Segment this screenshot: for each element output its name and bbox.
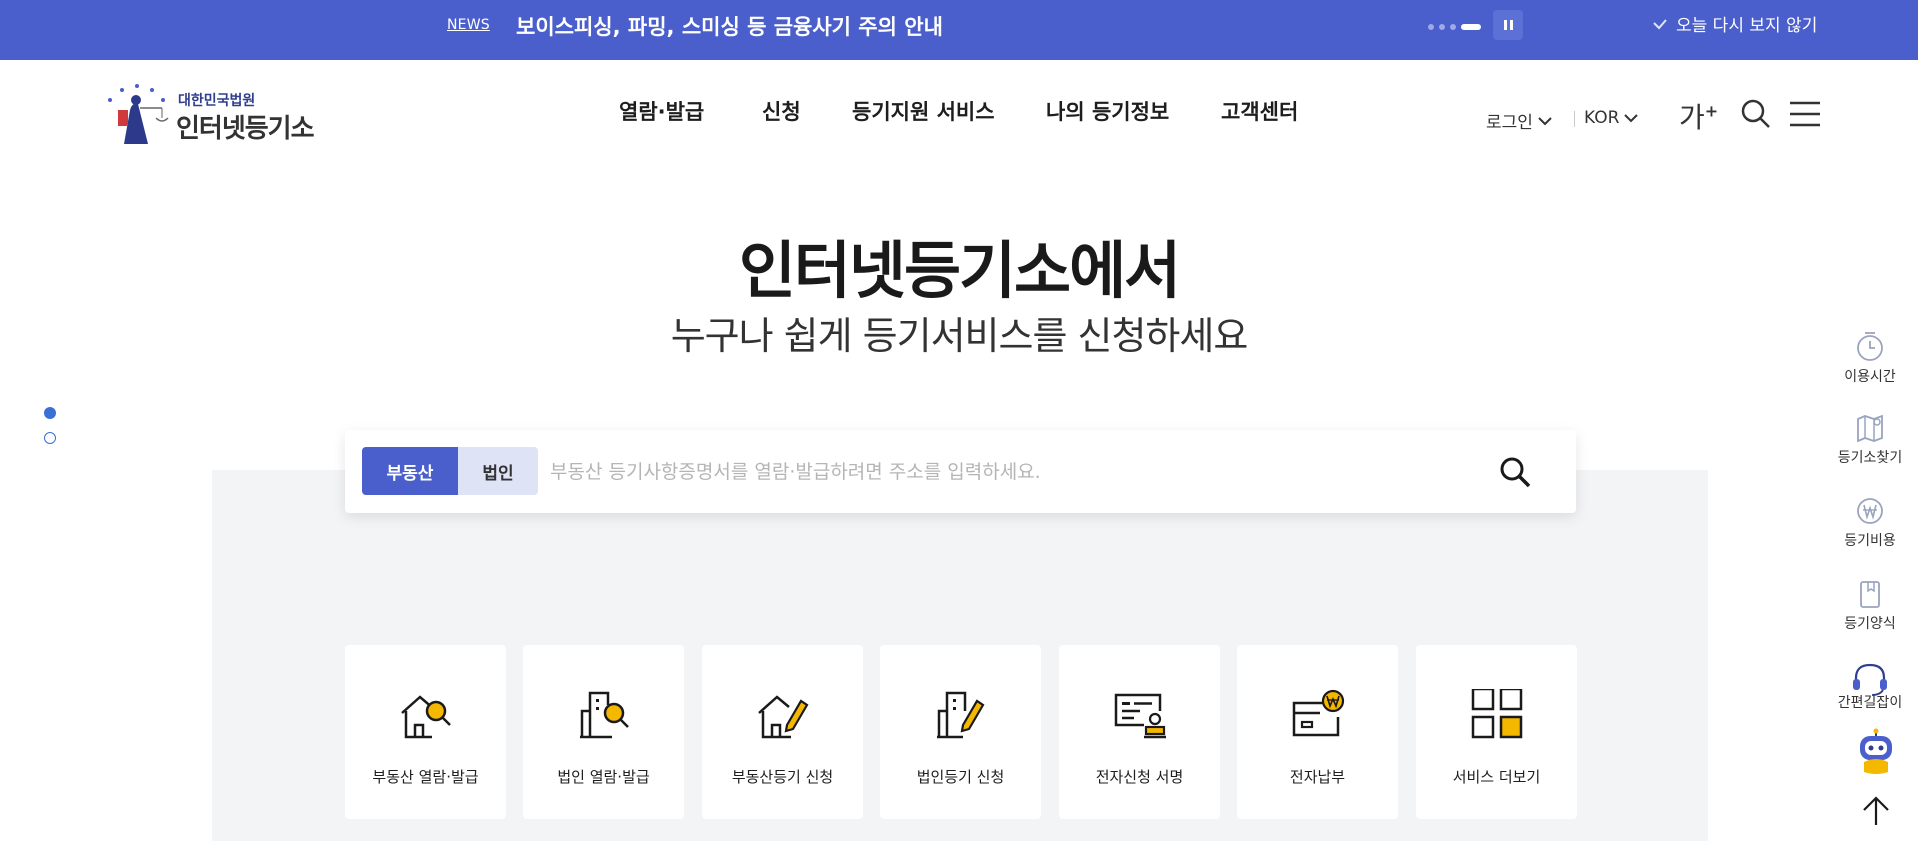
quick-menu-label: 등기양식 [1844,616,1896,632]
tab-real-estate[interactable]: 부동산 [362,447,458,495]
service-card-real-estate-view[interactable]: 부동산 열람·발급 [345,645,506,819]
service-card-label: 부동산등기 신청 [731,768,834,786]
quick-menu-find-office[interactable]: 등기소찾기 [1830,413,1910,467]
section-pager-dot[interactable] [44,432,56,444]
headset-icon [1853,663,1887,696]
language-label: KOR [1584,108,1620,128]
arrow-up-icon[interactable] [1860,795,1892,827]
book-icon [1860,581,1880,608]
hero-title: 인터넷등기소에서 [738,234,1181,307]
quick-menu-label: 이용시간 [1844,369,1896,385]
check-icon [1653,18,1667,29]
search-submit-icon[interactable] [1497,454,1533,490]
logo-org-name: 대한민국법원 [178,93,256,109]
tab-corporation[interactable]: 법인 [458,447,538,495]
nav-item-my-registry[interactable]: 나의 등기정보 [1046,96,1169,126]
font-size-label: 가 [1679,101,1705,134]
service-card-label: 전자신청 서명 [1095,768,1184,786]
search-icon[interactable] [1740,98,1772,130]
quick-menu-label: 등기비용 [1844,533,1896,549]
news-pause-button[interactable] [1493,10,1523,40]
clock-icon [1857,332,1883,361]
document-stamp-icon [1114,693,1166,739]
house-search-icon [400,695,451,739]
quick-menu-label: 등기소찾기 [1837,450,1903,466]
nav-item-view-issue[interactable]: 열람·발급 [619,96,704,126]
pause-icon [1503,20,1507,30]
chevron-down-icon [1538,116,1552,125]
building-pen-icon [936,691,984,739]
font-size-button[interactable]: 가+ [1679,96,1718,136]
nav-item-support-services[interactable]: 등기지원 서비스 [852,96,995,126]
court-emblem-icon [108,84,169,144]
login-label: 로그인 [1486,113,1533,133]
service-card-corporation-view[interactable]: 법인 열람·발급 [523,645,684,819]
service-card-label: 전자납부 [1289,768,1346,786]
quick-menu-forms[interactable]: 등기양식 [1830,579,1910,633]
map-icon [1857,414,1883,443]
dismiss-label: 오늘 다시 보지 않기 [1676,16,1818,36]
news-pager-dot[interactable] [1450,24,1456,30]
nav-item-apply[interactable]: 신청 [762,96,801,126]
grid-more-icon [1471,689,1522,739]
news-pager-dot-active[interactable] [1461,24,1481,30]
service-card-label: 서비스 더보기 [1452,768,1541,786]
news-headline-link[interactable]: 보이스피싱, 파밍, 스미싱 등 금융사기 주의 안내 [516,11,943,41]
service-card-label: 법인 열람·발급 [557,768,650,786]
news-pager [1428,24,1481,30]
service-card-label: 부동산 열람·발급 [372,768,479,786]
quick-menu-guide[interactable]: 간편길잡이 [1830,662,1910,712]
section-pager-dot-active[interactable] [44,407,56,419]
won-coin-icon [1857,498,1883,524]
service-card-label: 법인등기 신청 [916,768,1005,786]
quick-menu-cost[interactable]: 등기비용 [1830,496,1910,550]
wallet-won-icon [1292,689,1344,737]
address-search-input[interactable] [550,450,1450,494]
news-banner: NEWS 보이스피싱, 파밍, 스미싱 등 금융사기 주의 안내 오늘 다시 보… [0,0,1918,60]
building-search-icon [579,691,629,739]
registry-search-box: 부동산 법인 [345,430,1576,513]
chatbot-icon[interactable] [1854,728,1898,776]
service-card-corporation-apply[interactable]: 법인등기 신청 [880,645,1041,819]
language-dropdown[interactable]: KOR [1584,108,1639,128]
news-pager-dot[interactable] [1428,24,1434,30]
quick-menu-hours[interactable]: 이용시간 [1830,330,1910,386]
hero-subtitle: 누구나 쉽게 등기서비스를 신청하세요 [670,314,1249,358]
news-tag: NEWS [447,17,490,33]
dismiss-today-button[interactable]: 오늘 다시 보지 않기 [1652,11,1817,36]
site-logo[interactable]: 대한민국법원 인터넷등기소 [100,80,330,150]
login-dropdown[interactable]: 로그인 [1486,108,1553,133]
service-card-e-payment[interactable]: 전자납부 [1237,645,1398,819]
chevron-down-icon [1624,114,1639,123]
service-card-more[interactable]: 서비스 더보기 [1416,645,1577,819]
nav-item-customer-center[interactable]: 고객센터 [1221,96,1298,126]
service-card-e-sign[interactable]: 전자신청 서명 [1059,645,1220,819]
menu-icon[interactable] [1789,100,1821,128]
util-divider [1574,111,1575,127]
quick-menu-label: 간편길잡이 [1837,695,1903,711]
font-size-plus: + [1704,101,1719,121]
news-pager-dot[interactable] [1439,24,1445,30]
logo-site-name: 인터넷등기소 [176,114,315,144]
service-card-real-estate-apply[interactable]: 부동산등기 신청 [702,645,863,819]
house-pen-icon [757,695,808,739]
